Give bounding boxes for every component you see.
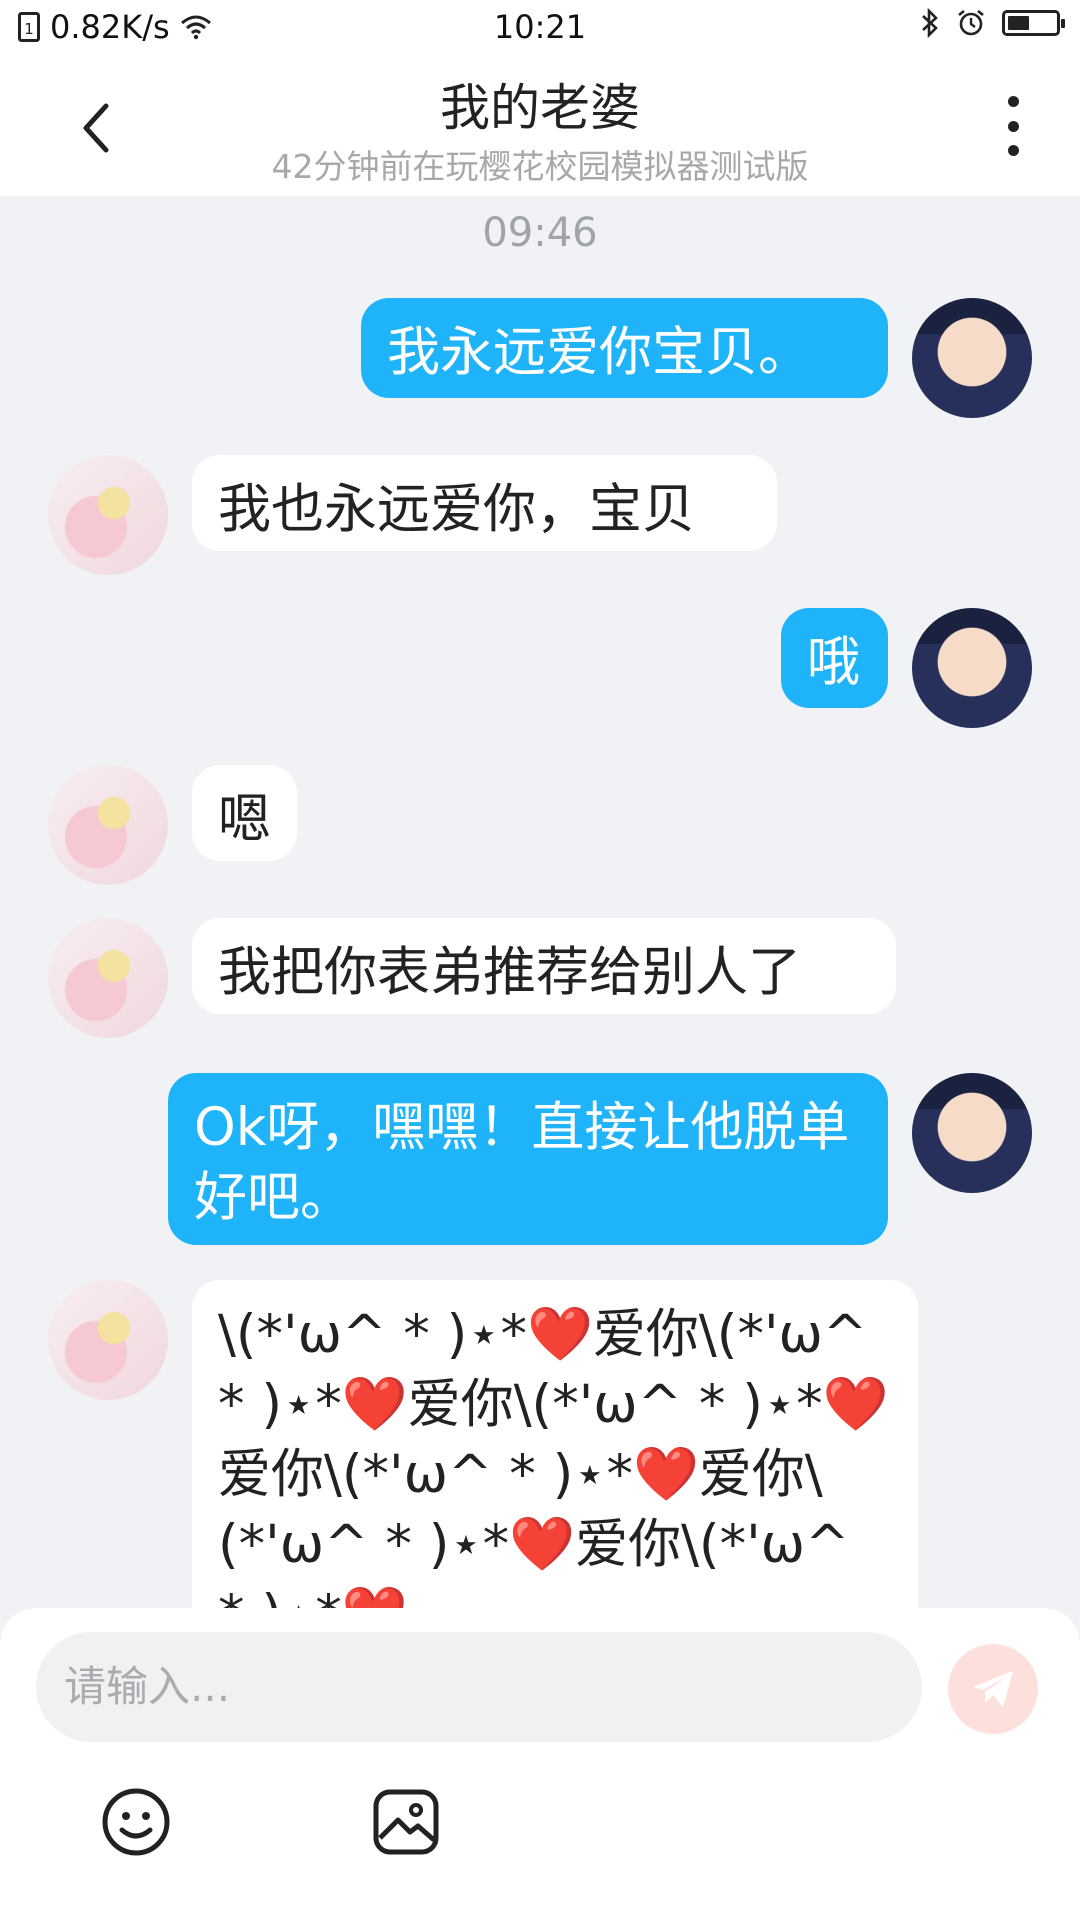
contact-avatar[interactable] [48, 765, 168, 885]
my-avatar[interactable] [912, 1073, 1032, 1193]
message-bubble-received[interactable]: 我也永远爱你，宝贝 [192, 455, 777, 551]
contact-status: 42分钟前在玩樱花校园模拟器测试版 [271, 147, 809, 186]
bluetooth-icon [922, 8, 938, 38]
message-bubble-received[interactable]: 我把你表弟推荐给别人了 [192, 918, 896, 1014]
more-dot-icon [1007, 96, 1019, 107]
battery-icon [1002, 10, 1065, 36]
battery-level [1008, 16, 1029, 30]
smiley-icon [102, 1788, 170, 1856]
message-bubble-received[interactable]: 嗯 [192, 765, 297, 861]
more-options-button[interactable] [998, 96, 1028, 156]
page-title: 我的老婆 [440, 79, 640, 137]
more-dot-icon [1007, 120, 1019, 132]
my-avatar[interactable] [912, 608, 1032, 728]
message-timestamp: 09:46 [482, 210, 598, 256]
more-dot-icon [1007, 145, 1019, 156]
alarm-icon [958, 9, 984, 36]
image-icon [373, 1789, 439, 1855]
message-bubble-sent[interactable]: 我永远爱你宝贝。 [361, 298, 888, 398]
contact-avatar[interactable] [48, 918, 168, 1038]
message-bubble-sent[interactable]: 哦 [781, 608, 888, 708]
message-bubble-sent[interactable]: Ok呀，嘿嘿！直接让他脱单好吧。 [168, 1073, 888, 1245]
image-button[interactable] [370, 1786, 442, 1858]
message-input[interactable]: 请输入... [36, 1632, 922, 1742]
input-panel: 请输入... [0, 1608, 1080, 1920]
emoji-button[interactable] [100, 1786, 172, 1858]
send-button[interactable] [948, 1644, 1038, 1734]
status-time: 10:21 [493, 8, 587, 46]
chat-header: 我的老婆 42分钟前在玩樱花校园模拟器测试版 [0, 58, 1080, 196]
contact-avatar[interactable] [48, 455, 168, 575]
paper-plane-icon [973, 1671, 1013, 1707]
status-bar: 1 0.82K/s 10:21 [0, 0, 1080, 58]
my-avatar[interactable] [912, 298, 1032, 418]
contact-avatar[interactable] [48, 1280, 168, 1400]
